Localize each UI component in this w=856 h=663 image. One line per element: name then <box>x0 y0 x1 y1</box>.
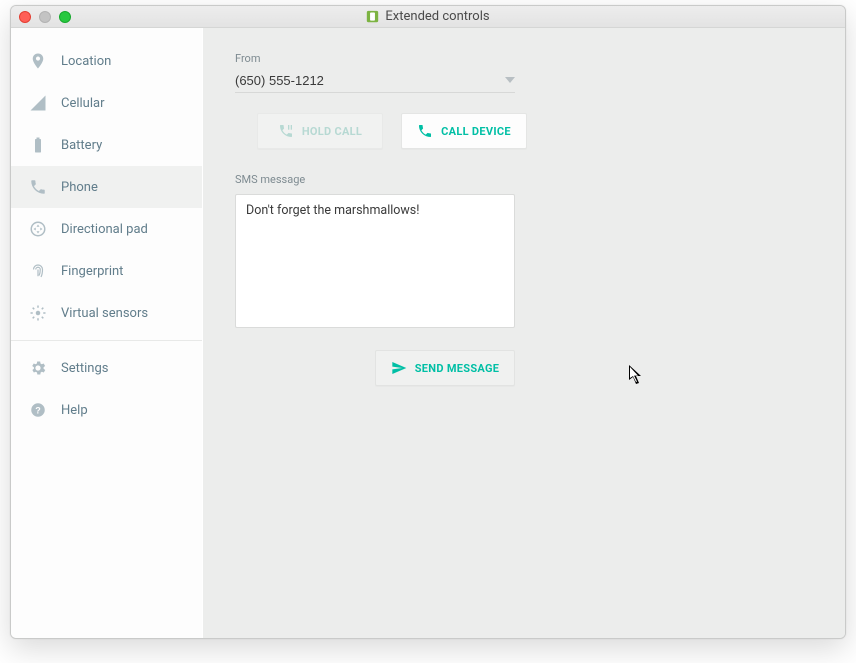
extended-controls-window: Extended controls Location Cellular <box>10 5 846 639</box>
sidebar-item-label: Fingerprint <box>61 264 123 279</box>
window-title-text: Extended controls <box>385 9 489 24</box>
fingerprint-icon <box>29 262 47 280</box>
phone-paused-icon <box>278 123 294 139</box>
send-icon <box>391 360 407 376</box>
phone-icon <box>29 178 47 196</box>
svg-text:?: ? <box>35 405 41 415</box>
window-title: Extended controls <box>11 9 845 24</box>
sidebar-item-fingerprint[interactable]: Fingerprint <box>11 250 202 292</box>
hold-call-button[interactable]: HOLD CALL <box>257 113 383 149</box>
phone-panel: From HOLD CALL CALL DEV <box>203 28 845 638</box>
sidebar-divider <box>11 340 202 341</box>
sidebar-item-virtual-sensors[interactable]: Virtual sensors <box>11 292 202 334</box>
call-buttons-row: HOLD CALL CALL DEVICE <box>257 113 813 149</box>
mouse-cursor-icon <box>629 365 645 385</box>
phone-call-icon <box>417 123 433 139</box>
dropdown-caret-icon[interactable] <box>505 75 515 86</box>
sidebar-item-label: Help <box>61 403 88 418</box>
sidebar-item-label: Directional pad <box>61 222 148 237</box>
sidebar-item-label: Virtual sensors <box>61 306 148 321</box>
battery-icon <box>29 136 47 154</box>
location-pin-icon <box>29 52 47 70</box>
sidebar: Location Cellular Battery Phone <box>11 28 203 638</box>
help-icon: ? <box>29 401 47 419</box>
sensors-icon <box>29 304 47 322</box>
window-titlebar: Extended controls <box>11 6 845 28</box>
signal-cellular-icon <box>29 94 47 112</box>
sidebar-item-cellular[interactable]: Cellular <box>11 82 202 124</box>
from-number-input[interactable] <box>235 73 505 88</box>
sidebar-item-label: Cellular <box>61 96 104 111</box>
sidebar-item-settings[interactable]: Settings <box>11 347 202 389</box>
send-message-label: SEND MESSAGE <box>415 362 500 375</box>
app-icon <box>366 10 379 23</box>
sms-label: SMS message <box>235 173 813 186</box>
sidebar-item-battery[interactable]: Battery <box>11 124 202 166</box>
sms-message-textarea[interactable] <box>235 194 515 328</box>
window-body: Location Cellular Battery Phone <box>11 28 845 638</box>
call-device-label: CALL DEVICE <box>441 125 511 138</box>
send-message-button[interactable]: SEND MESSAGE <box>375 350 515 386</box>
dpad-icon <box>29 220 47 238</box>
sidebar-item-directional-pad[interactable]: Directional pad <box>11 208 202 250</box>
sidebar-item-help[interactable]: ? Help <box>11 389 202 431</box>
hold-call-label: HOLD CALL <box>302 125 362 138</box>
sidebar-item-label: Battery <box>61 138 102 153</box>
gear-icon <box>29 359 47 377</box>
from-combobox[interactable] <box>235 73 515 93</box>
call-device-button[interactable]: CALL DEVICE <box>401 113 527 149</box>
from-label: From <box>235 52 813 65</box>
sidebar-item-label: Phone <box>61 180 98 195</box>
sidebar-item-phone[interactable]: Phone <box>11 166 202 208</box>
sidebar-item-label: Location <box>61 54 111 69</box>
send-row: SEND MESSAGE <box>235 350 515 386</box>
sidebar-item-location[interactable]: Location <box>11 40 202 82</box>
sidebar-item-label: Settings <box>61 361 108 376</box>
